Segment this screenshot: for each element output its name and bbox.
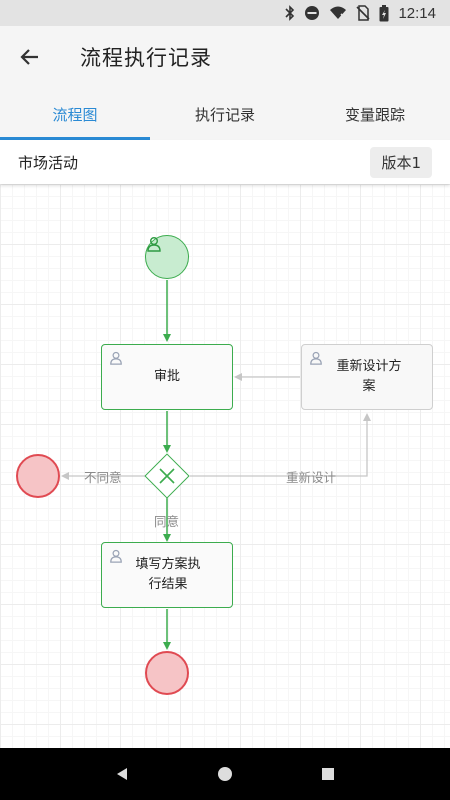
circle-home-icon <box>217 767 232 781</box>
user-icon <box>310 351 322 365</box>
task-redesign[interactable]: 重新设计方案 <box>301 344 433 410</box>
wifi-icon <box>330 6 348 20</box>
square-recents-icon <box>322 768 335 780</box>
bluetooth-icon <box>285 5 295 21</box>
arrow-back-icon <box>20 49 38 65</box>
app-bar: 流程执行记录 <box>0 26 450 88</box>
nav-back-button[interactable] <box>98 750 146 798</box>
task-approve[interactable]: 审批 <box>101 344 233 410</box>
triangle-back-icon <box>116 768 127 780</box>
tab-variable-tracking[interactable]: 变量跟踪 <box>300 88 450 140</box>
status-bar: 12:14 <box>0 0 450 26</box>
nav-home-button[interactable] <box>201 750 249 798</box>
flow-connectors <box>61 280 371 650</box>
edge-label-disagree: 不同意 <box>84 470 122 485</box>
process-name: 市场活动 <box>18 153 79 172</box>
tab-flowchart[interactable]: 流程图 <box>0 88 150 140</box>
version-button[interactable]: 版本1 <box>370 146 432 178</box>
tab-execution-records[interactable]: 执行记录 <box>150 88 300 140</box>
end-event[interactable] <box>145 651 189 695</box>
start-event[interactable] <box>145 235 189 279</box>
system-nav-bar <box>0 748 450 800</box>
back-button[interactable] <box>0 26 60 88</box>
process-header: 市场活动 版本1 <box>0 140 450 184</box>
clock: 12:14 <box>398 4 436 22</box>
flow-canvas[interactable]: 审批 重新设计方案 填写方案执行结果 不同意 重新设计 同意 <box>0 184 450 748</box>
edge-label-redesign: 重新设计 <box>286 470 337 485</box>
end-event-rejected[interactable] <box>16 454 60 498</box>
user-icon <box>110 351 122 365</box>
close-x-icon <box>159 468 175 484</box>
do-not-disturb-icon <box>305 6 320 20</box>
no-sim-icon <box>356 5 371 21</box>
edge-gateway-to-redesign <box>190 413 371 477</box>
user-icon <box>110 549 122 563</box>
tab-bar: 流程图 执行记录 变量跟踪 <box>0 88 450 140</box>
task-approve-label: 审批 <box>153 369 180 384</box>
nav-recents-button[interactable] <box>304 750 352 798</box>
battery-icon <box>379 4 389 21</box>
edge-label-agree: 同意 <box>154 514 180 529</box>
user-icon <box>147 237 161 252</box>
task-fill-result[interactable]: 填写方案执行结果 <box>101 542 233 608</box>
page-title: 流程执行记录 <box>80 46 212 70</box>
